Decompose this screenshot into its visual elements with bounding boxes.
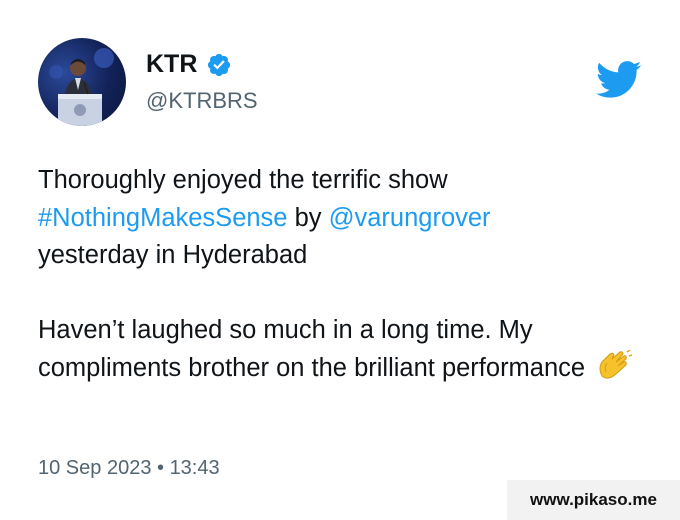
tweet-body: Thoroughly enjoyed the terrific show #No… <box>38 162 648 387</box>
name-row: KTR <box>146 50 232 79</box>
mention-link[interactable]: @varungrover <box>329 204 491 232</box>
watermark: www.pikaso.me <box>507 480 680 520</box>
hashtag-link[interactable]: #NothingMakesSense <box>38 204 287 232</box>
author-handle[interactable]: @KTRBRS <box>146 88 258 114</box>
tweet-paragraph-1: Thoroughly enjoyed the terrific show #No… <box>38 162 648 275</box>
tweet-timestamp[interactable]: 10 Sep 2023 • 13:43 <box>38 457 220 480</box>
tweet-line-1: Thoroughly enjoyed the terrific show <box>38 166 448 194</box>
verified-badge-icon <box>206 52 232 78</box>
avatar[interactable] <box>38 38 126 126</box>
tweet-line-3: yesterday in Hyderabad <box>38 241 308 269</box>
tweet-paragraph-2-text: Haven’t laughed so much in a long time. … <box>38 316 586 382</box>
twitter-bird-icon[interactable] <box>596 60 642 100</box>
tweet-date: 10 Sep 2023 <box>38 457 152 479</box>
tweet-header: KTR @KTRBRS <box>38 38 642 128</box>
tweet-time: 13:43 <box>169 457 220 479</box>
tweet-by-text: by <box>287 203 329 232</box>
timestamp-separator: • <box>151 457 170 479</box>
tweet-paragraph-2: Haven’t laughed so much in a long time. … <box>38 312 648 387</box>
clapping-hands-icon <box>596 348 633 382</box>
author-name[interactable]: KTR <box>146 50 197 79</box>
